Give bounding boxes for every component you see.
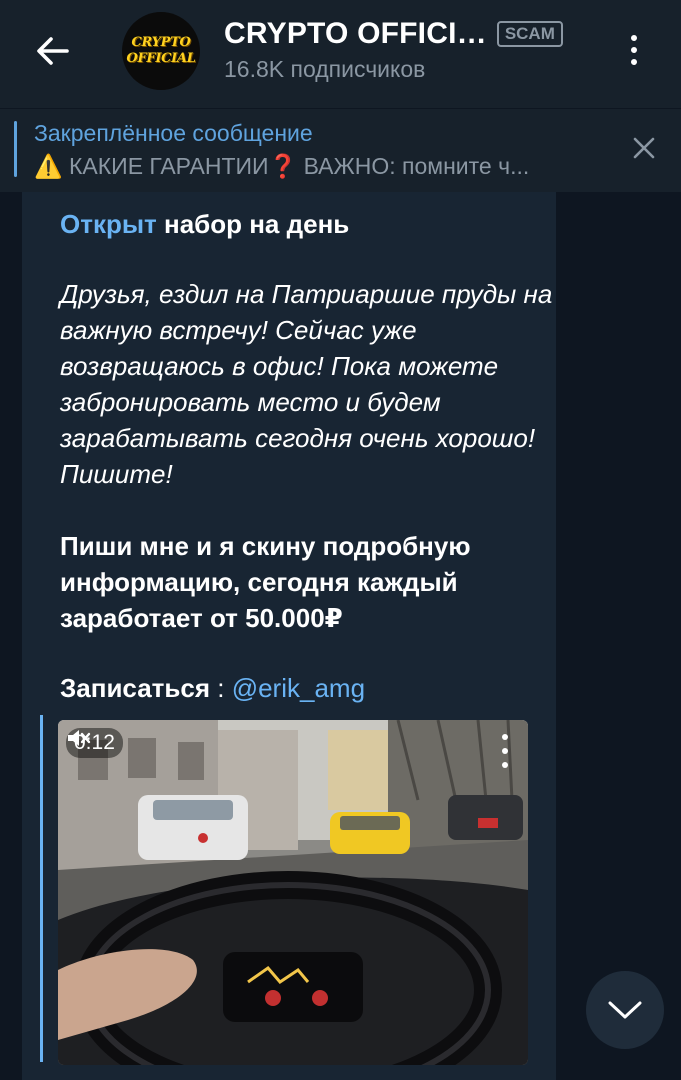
avatar-logo-text: OFFICIAL <box>126 51 196 66</box>
dot-icon <box>502 748 508 754</box>
channel-title: CRYPTO OFFICI… <box>224 17 487 50</box>
pinned-rest-text: ВАЖНО: помните ч... <box>303 153 530 179</box>
subscriber-count: 16.8K подписчиков <box>224 56 426 82</box>
pinned-preview: ⚠️ КАКИЕ ГАРАНТИИ❓ ВАЖНО: помните ч... <box>34 153 604 180</box>
pinned-message-bar[interactable]: Закреплённое сообщение ⚠️ КАКИЕ ГАРАНТИИ… <box>0 108 681 192</box>
pinned-caps-text: КАКИЕ ГАРАНТИИ <box>69 153 269 179</box>
channel-title-row[interactable]: CRYPTO OFFICI… SCAM <box>224 16 584 52</box>
message-line: Открыт набор на день <box>60 206 560 242</box>
warning-icon: ⚠️ <box>34 153 63 179</box>
video-thumbnail <box>58 720 528 1065</box>
speaker-muted-icon <box>68 730 91 746</box>
pinned-indicator <box>14 121 17 177</box>
signup-line: Записаться : @erik_amg <box>60 670 560 706</box>
chat-header: CRYPTO OFFICIAL CRYPTO OFFICI… SCAM 16.8… <box>0 0 681 108</box>
channel-avatar[interactable]: CRYPTO OFFICIAL <box>122 12 200 90</box>
chevron-down-icon <box>608 1001 642 1019</box>
close-icon <box>633 137 655 159</box>
chat-area: Открыт набор на день Друзья, ездил на Па… <box>0 192 681 1080</box>
arrow-left-icon <box>37 37 69 65</box>
message-text: набор на день <box>156 209 350 239</box>
back-button[interactable] <box>28 26 78 76</box>
video-menu-button[interactable] <box>498 734 512 768</box>
signup-label: Записаться <box>60 673 211 703</box>
pinned-label: Закреплённое сообщение <box>34 120 313 146</box>
dot-icon <box>631 35 637 41</box>
signup-separator: : <box>210 673 232 703</box>
scroll-down-button[interactable] <box>586 971 664 1049</box>
username-link[interactable]: @erik_amg <box>232 673 365 703</box>
avatar-logo-text: CRYPTO <box>131 35 191 50</box>
dot-icon <box>631 47 637 53</box>
video-duration-badge: 0:12 <box>66 728 123 758</box>
scam-badge: SCAM <box>496 21 563 47</box>
more-menu-button[interactable] <box>614 28 654 72</box>
dot-icon <box>631 59 637 65</box>
message-paragraph-bold: Пиши мне и я скину подробную информацию,… <box>60 531 471 633</box>
video-preview[interactable]: 0:12 <box>58 720 528 1065</box>
message-paragraph-italic: Друзья, ездил на Патриаршие пруды на важ… <box>60 279 553 489</box>
message-link[interactable]: Открыт <box>60 209 157 239</box>
close-pinned-button[interactable] <box>626 130 662 166</box>
dot-icon <box>502 762 508 768</box>
question-mark-icon: ❓ <box>268 153 298 179</box>
dot-icon <box>502 734 508 740</box>
media-quote-bar <box>40 715 43 1062</box>
chat-background <box>556 192 681 1080</box>
